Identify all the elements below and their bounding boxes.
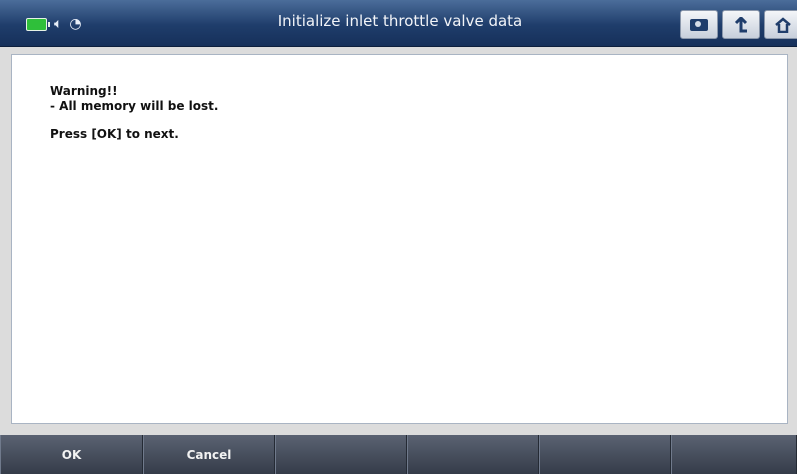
- function-button-6[interactable]: [671, 435, 797, 474]
- camera-button[interactable]: [680, 10, 718, 39]
- page-title: Initialize inlet throttle valve data: [277, 12, 523, 30]
- warning-detail: - All memory will be lost.: [50, 99, 219, 113]
- back-arrow-icon: [734, 16, 748, 32]
- message-panel: Warning!! - All memory will be lost. Pre…: [11, 54, 788, 424]
- home-button[interactable]: [764, 10, 797, 39]
- battery-icon: [26, 17, 50, 31]
- function-button-5[interactable]: [539, 435, 671, 474]
- home-icon: [775, 16, 791, 33]
- instruction-text: Press [OK] to next.: [50, 127, 179, 141]
- wifi-icon: ◔: [69, 16, 82, 32]
- cancel-button[interactable]: Cancel: [143, 435, 275, 474]
- warning-message: Warning!! - All memory will be lost. Pre…: [50, 84, 218, 142]
- function-bar: OK Cancel: [0, 435, 797, 474]
- title-bar: 🔈︎ ◔ Initialize inlet throttle valve dat…: [0, 0, 797, 47]
- function-button-4[interactable]: [407, 435, 539, 474]
- speaker-icon: 🔈︎: [54, 16, 63, 32]
- function-button-3[interactable]: [275, 435, 407, 474]
- warning-heading: Warning!!: [50, 84, 118, 98]
- back-button[interactable]: [722, 10, 760, 39]
- ok-button[interactable]: OK: [0, 435, 143, 474]
- status-icons: 🔈︎ ◔: [26, 14, 82, 34]
- camera-icon: [690, 18, 708, 31]
